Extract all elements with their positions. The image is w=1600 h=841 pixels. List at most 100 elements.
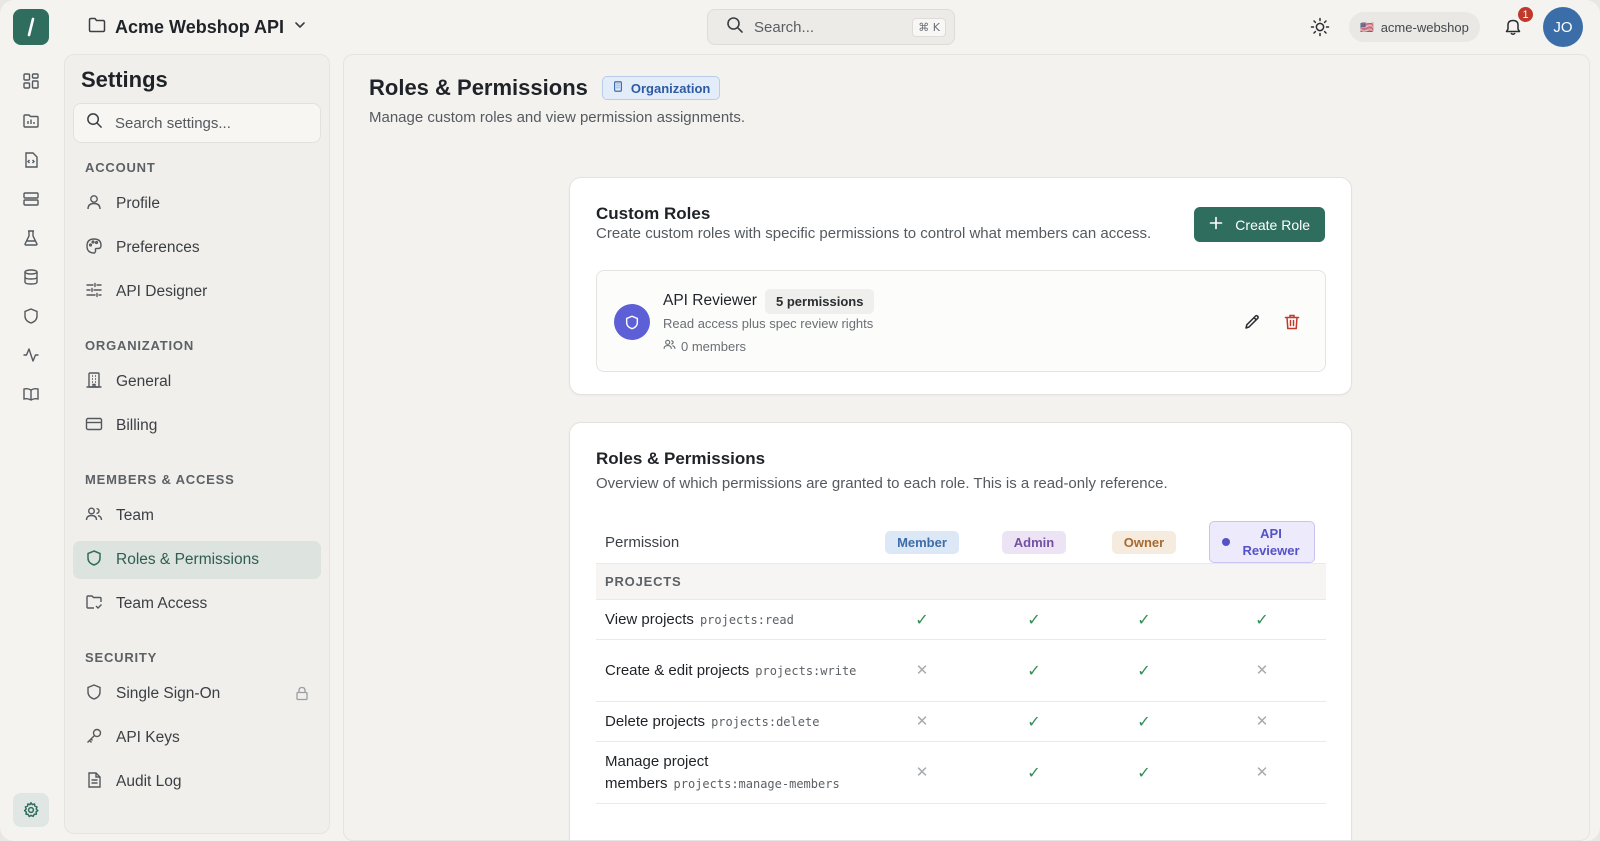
check-icon: ✓ xyxy=(1027,764,1041,782)
section-label-organization: ORGANIZATION xyxy=(85,338,195,353)
project-folder-icon[interactable] xyxy=(19,109,43,133)
sidebar-item-single-sign-on[interactable]: Single Sign-On xyxy=(73,675,321,713)
check-icon: ✓ xyxy=(1137,662,1151,680)
database-icon[interactable] xyxy=(19,265,43,289)
grant-cell: ✕ xyxy=(1198,639,1326,702)
plus-icon xyxy=(1209,216,1223,233)
sidebar-item-billing[interactable]: Billing xyxy=(73,407,321,445)
book-icon[interactable] xyxy=(19,382,43,406)
permission-name: View projects projects:read xyxy=(596,599,866,640)
folder-icon xyxy=(88,17,106,38)
project-switcher[interactable]: Acme Webshop API xyxy=(88,14,307,40)
main-content: Roles & Permissions Organization Manage … xyxy=(343,54,1590,841)
grant-cell: ✓ xyxy=(1198,599,1326,640)
check-icon: ✓ xyxy=(1027,662,1041,680)
sidebar-item-preferences[interactable]: Preferences xyxy=(73,229,321,267)
delete-trash-icon[interactable] xyxy=(1281,311,1303,333)
global-search[interactable]: Search... ⌘ K xyxy=(707,9,955,45)
settings-search-input[interactable] xyxy=(115,114,305,132)
sidebar-item-label: Team Access xyxy=(116,595,208,612)
grant-cell: ✕ xyxy=(866,741,978,804)
permissions-table: Permission Member Admin Owner API Review… xyxy=(596,521,1326,804)
grant-cell: ✓ xyxy=(1090,599,1198,640)
app-window: Acme Webshop API Search... ⌘ K 🇺🇸 acme-w… xyxy=(0,0,1600,841)
grant-cell: ✓ xyxy=(978,639,1090,702)
sidebar-item-general[interactable]: General xyxy=(73,363,321,401)
role-badge-api-reviewer-label: API Reviewer xyxy=(1242,526,1300,558)
sidebar-item-team-access[interactable]: Team Access xyxy=(73,585,321,623)
app-logo-icon[interactable] xyxy=(13,9,49,45)
dashboard-icon[interactable] xyxy=(19,69,43,93)
flask-icon[interactable] xyxy=(19,226,43,250)
sidebar-item-team[interactable]: Team xyxy=(73,497,321,535)
edit-pencil-icon[interactable] xyxy=(1241,311,1263,333)
sidebar-item-label: Profile xyxy=(116,195,160,212)
shield-icon xyxy=(85,549,103,572)
sidebar-item-api-designer[interactable]: API Designer xyxy=(73,273,321,311)
sidebar-item-roles-permissions[interactable]: Roles & Permissions xyxy=(73,541,321,579)
gear-icon[interactable] xyxy=(13,793,49,827)
building-icon xyxy=(85,371,103,394)
shield-icon[interactable] xyxy=(19,304,43,328)
permissions-count-badge: 5 permissions xyxy=(765,289,875,314)
check-icon: ✓ xyxy=(915,611,929,629)
role-members: 0 members xyxy=(663,338,746,354)
shield-icon xyxy=(85,683,103,706)
table-row: Manage project members projects:manage-me… xyxy=(596,741,1326,804)
create-role-button[interactable]: Create Role xyxy=(1194,207,1325,242)
column-header-owner: Owner xyxy=(1090,521,1198,564)
top-bar: Acme Webshop API Search... ⌘ K 🇺🇸 acme-w… xyxy=(0,0,1600,54)
us-flag-icon: 🇺🇸 xyxy=(1360,21,1374,34)
section-label-security: SECURITY xyxy=(85,650,158,665)
x-icon: ✕ xyxy=(1255,713,1269,730)
column-header-member: Member xyxy=(866,521,978,564)
section-label-account: ACCOUNT xyxy=(85,160,156,175)
file-text-icon xyxy=(85,771,103,794)
sidebar-item-label: API Designer xyxy=(116,283,208,300)
x-icon: ✕ xyxy=(915,713,929,730)
permission-name: Create & edit projects projects:write xyxy=(596,639,866,702)
organization-badge-label: Organization xyxy=(630,80,711,96)
check-icon: ✓ xyxy=(1137,764,1151,782)
table-row: View projects projects:read ✓ ✓ ✓ ✓ xyxy=(596,599,1326,640)
column-header-api-reviewer: API Reviewer xyxy=(1198,521,1326,564)
group-row: PROJECTS xyxy=(596,563,1326,600)
page-header: Roles & Permissions Organization xyxy=(369,75,721,101)
role-name: API Reviewer xyxy=(663,292,757,309)
permissions-overview-card: Roles & Permissions Overview of which pe… xyxy=(569,422,1352,840)
server-icon[interactable] xyxy=(19,187,43,211)
page-title: Roles & Permissions xyxy=(369,75,588,100)
sidebar-item-audit-log[interactable]: Audit Log xyxy=(73,763,321,801)
permission-code: projects:delete xyxy=(711,714,820,729)
permission-code: projects:manage-members xyxy=(673,776,840,791)
custom-roles-title: Custom Roles xyxy=(596,204,711,223)
permission-label: View projects xyxy=(605,610,694,628)
grant-cell: ✓ xyxy=(1090,639,1198,702)
org-switcher[interactable]: 🇺🇸 acme-webshop xyxy=(1349,12,1480,42)
code-file-icon[interactable] xyxy=(19,148,43,172)
avatar[interactable]: JO xyxy=(1543,7,1583,47)
sidebar-item-api-keys[interactable]: API Keys xyxy=(73,719,321,757)
sidebar-item-profile[interactable]: Profile xyxy=(73,185,321,223)
table-row: Create & edit projects projects:write ✕ ✓ ✓ ✕ xyxy=(596,639,1326,702)
grant-cell: ✕ xyxy=(866,639,978,702)
palette-icon xyxy=(85,237,103,260)
sidebar-item-label: Team xyxy=(116,507,154,524)
activity-icon[interactable] xyxy=(19,343,43,367)
role-members-count: 0 members xyxy=(681,338,747,354)
user-icon xyxy=(85,193,103,216)
page-subtitle: Manage custom roles and view permission … xyxy=(369,109,746,126)
settings-search[interactable] xyxy=(73,103,321,143)
role-badge-api-reviewer: API Reviewer xyxy=(1209,521,1315,563)
grant-cell: ✕ xyxy=(1198,701,1326,742)
grant-cell: ✓ xyxy=(978,701,1090,742)
role-description: Read access plus spec review rights xyxy=(663,316,874,331)
x-icon: ✕ xyxy=(915,764,929,781)
theme-toggle-sun-icon[interactable] xyxy=(1308,15,1332,39)
grant-cell: ✓ xyxy=(978,741,1090,804)
sidebar-item-label: Single Sign-On xyxy=(116,685,221,702)
check-icon: ✓ xyxy=(1027,713,1041,731)
role-shield-icon xyxy=(614,304,650,340)
check-icon: ✓ xyxy=(1137,713,1151,731)
table-row: Delete projects projects:delete ✕ ✓ ✓ ✕ xyxy=(596,701,1326,742)
